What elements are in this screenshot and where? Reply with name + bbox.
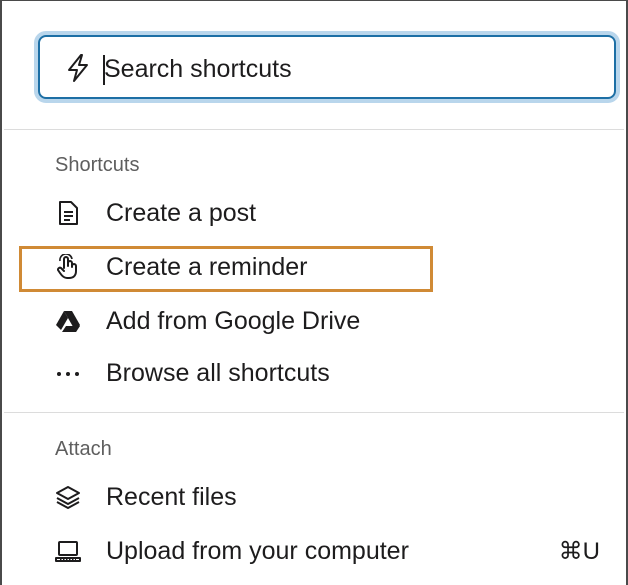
menu-item-label: Browse all shortcuts — [106, 359, 330, 387]
more-dots-icon — [57, 372, 79, 376]
divider — [4, 412, 624, 413]
google-drive-icon — [56, 311, 80, 332]
menu-item-upload-computer[interactable]: Upload from your computer ⌘U — [42, 529, 622, 573]
lightning-icon — [68, 54, 88, 82]
menu-item-recent-files[interactable]: Recent files — [42, 475, 622, 519]
divider — [4, 129, 624, 130]
section-label-shortcuts: Shortcuts — [55, 154, 140, 176]
menu-item-create-post[interactable]: Create a post — [42, 191, 622, 235]
section-label-attach: Attach — [55, 438, 112, 460]
menu-item-label: Recent files — [106, 483, 237, 511]
menu-item-label: Create a reminder — [106, 253, 308, 281]
document-icon — [59, 201, 78, 225]
menu-item-create-reminder[interactable]: Create a reminder — [42, 245, 622, 289]
search-input[interactable] — [104, 45, 594, 93]
menu-item-label: Create a post — [106, 199, 257, 227]
layers-icon — [56, 486, 80, 509]
search-field[interactable] — [34, 31, 620, 103]
menu-item-label: Add from Google Drive — [106, 307, 361, 335]
keyboard-shortcut: ⌘U — [558, 538, 600, 565]
menu-item-google-drive[interactable]: Add from Google Drive — [42, 299, 622, 343]
shortcuts-menu: Shortcuts Create a post Create a reminde… — [0, 0, 628, 585]
menu-item-label: Upload from your computer — [106, 537, 409, 565]
search-box[interactable] — [38, 35, 616, 99]
hand-pointer-icon — [57, 254, 77, 279]
laptop-icon — [55, 541, 81, 562]
menu-item-browse-shortcuts[interactable]: Browse all shortcuts — [42, 351, 622, 395]
